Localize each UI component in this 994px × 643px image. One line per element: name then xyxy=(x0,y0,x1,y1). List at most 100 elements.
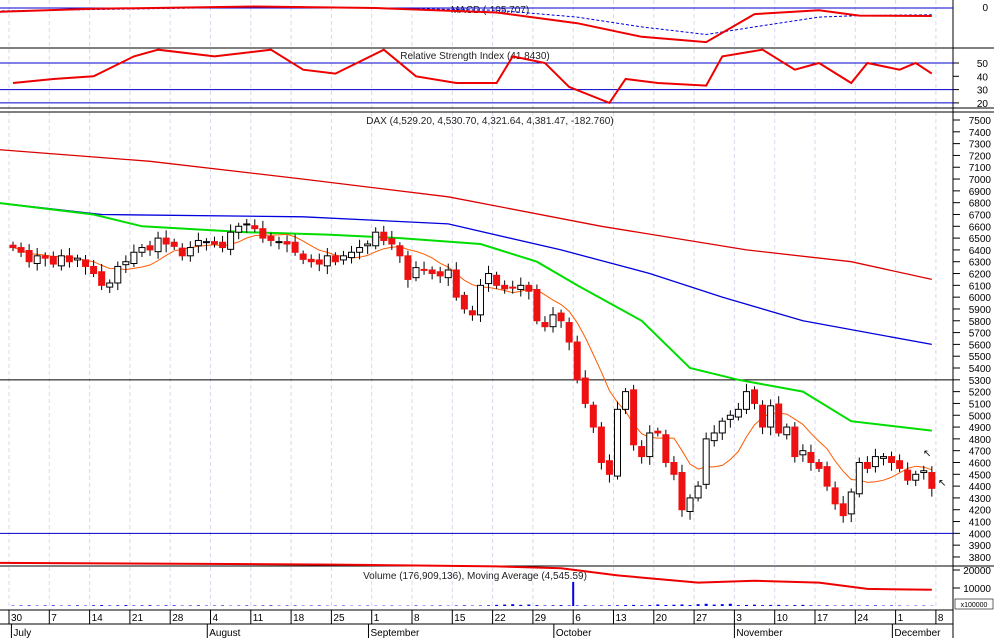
rsi-tick-label: 40 xyxy=(977,72,989,83)
ma-blue-line xyxy=(0,202,932,346)
candle xyxy=(751,389,759,404)
arrow-marker-icon: ↖ xyxy=(923,449,931,460)
candle xyxy=(412,267,420,279)
x-month-label: August xyxy=(209,628,240,638)
candle xyxy=(283,241,291,245)
candle xyxy=(622,391,630,410)
price-tick-label: 6700 xyxy=(969,210,992,221)
x-day-label: 27 xyxy=(696,613,708,624)
candle xyxy=(73,257,81,261)
candle xyxy=(372,231,380,247)
candle xyxy=(605,460,613,475)
candle xyxy=(194,239,202,247)
candle xyxy=(428,269,436,275)
candle xyxy=(839,503,847,517)
candle xyxy=(742,391,750,410)
candle xyxy=(783,426,791,436)
x-day-label: 10 xyxy=(777,613,789,624)
candle xyxy=(436,271,444,277)
candle xyxy=(380,231,388,241)
candle xyxy=(259,228,267,239)
rsi-panel: Relative Strength Index (41.8430) xyxy=(0,48,953,105)
candle xyxy=(315,259,323,265)
price-tick-label: 4700 xyxy=(969,447,992,458)
candle xyxy=(501,284,509,290)
candle xyxy=(9,244,17,249)
candle xyxy=(686,497,694,513)
candle xyxy=(41,255,49,259)
x-day-label: 1 xyxy=(898,613,904,624)
candle xyxy=(888,456,896,463)
candle xyxy=(702,438,710,485)
candle xyxy=(444,269,452,279)
candle xyxy=(348,251,356,259)
candle xyxy=(420,268,428,271)
candle xyxy=(759,404,767,428)
x-day-label: 20 xyxy=(656,613,668,624)
candle xyxy=(855,461,863,495)
candle xyxy=(573,341,581,381)
candle xyxy=(904,469,912,481)
candle xyxy=(912,473,920,481)
candle xyxy=(291,241,299,253)
candle xyxy=(670,461,678,475)
price-tick-label: 4800 xyxy=(969,435,992,446)
x-day-label: 3 xyxy=(736,613,742,624)
candle xyxy=(460,294,468,310)
x-day-label: 8 xyxy=(938,613,944,624)
price-tick-label: 5000 xyxy=(969,411,992,422)
candle xyxy=(646,432,654,458)
candle xyxy=(396,245,404,257)
price-tick-label: 3800 xyxy=(969,553,992,564)
candle xyxy=(130,251,138,264)
candle xyxy=(928,472,936,489)
candle xyxy=(468,310,476,316)
candle xyxy=(589,404,597,428)
price-tick-label: 6500 xyxy=(969,234,992,245)
candle xyxy=(57,255,65,267)
price-tick-label: 5200 xyxy=(969,388,992,399)
price-tick-label: 4400 xyxy=(969,482,992,493)
price-tick-label: 6200 xyxy=(969,270,992,281)
volume-tick-label: 10000 xyxy=(963,584,991,595)
price-tick-label: 7300 xyxy=(969,140,992,151)
price-tick-label: 6300 xyxy=(969,258,992,269)
price-tick-label: 5100 xyxy=(969,399,992,410)
price-title: DAX (4,529.20, 4,530.70, 4,321.64, 4,381… xyxy=(366,116,613,127)
candle xyxy=(525,284,533,292)
price-tick-label: 4100 xyxy=(969,518,992,529)
candle xyxy=(178,247,186,257)
macd-tick-label: 0 xyxy=(982,3,988,14)
panel-frames xyxy=(0,0,994,638)
candle xyxy=(170,241,178,247)
price-tick-label: 7200 xyxy=(969,151,992,162)
candle xyxy=(25,250,33,263)
price-tick-label: 7100 xyxy=(969,163,992,174)
x-day-label: 30 xyxy=(11,613,23,624)
price-tick-label: 4900 xyxy=(969,423,992,434)
x-day-label: 8 xyxy=(414,613,420,624)
candle xyxy=(138,247,146,253)
candle xyxy=(404,255,412,280)
candle xyxy=(219,241,227,249)
x-month-label: December xyxy=(894,628,941,638)
candle xyxy=(509,286,517,289)
candle xyxy=(154,237,162,253)
x-day-label: 17 xyxy=(817,613,829,624)
candle xyxy=(162,237,170,245)
x-day-label: 22 xyxy=(495,613,507,624)
x-day-label: 18 xyxy=(293,613,305,624)
candle xyxy=(299,253,307,260)
candle xyxy=(823,466,831,487)
candle xyxy=(638,446,646,458)
candle xyxy=(235,225,243,233)
candle xyxy=(146,245,154,251)
price-tick-label: 5800 xyxy=(969,317,992,328)
candle xyxy=(211,241,218,245)
volume-tick-label: 20000 xyxy=(963,566,991,577)
candle xyxy=(323,255,331,267)
candle xyxy=(186,247,194,257)
candle xyxy=(251,225,259,230)
candle xyxy=(202,241,210,244)
candle xyxy=(90,265,98,275)
